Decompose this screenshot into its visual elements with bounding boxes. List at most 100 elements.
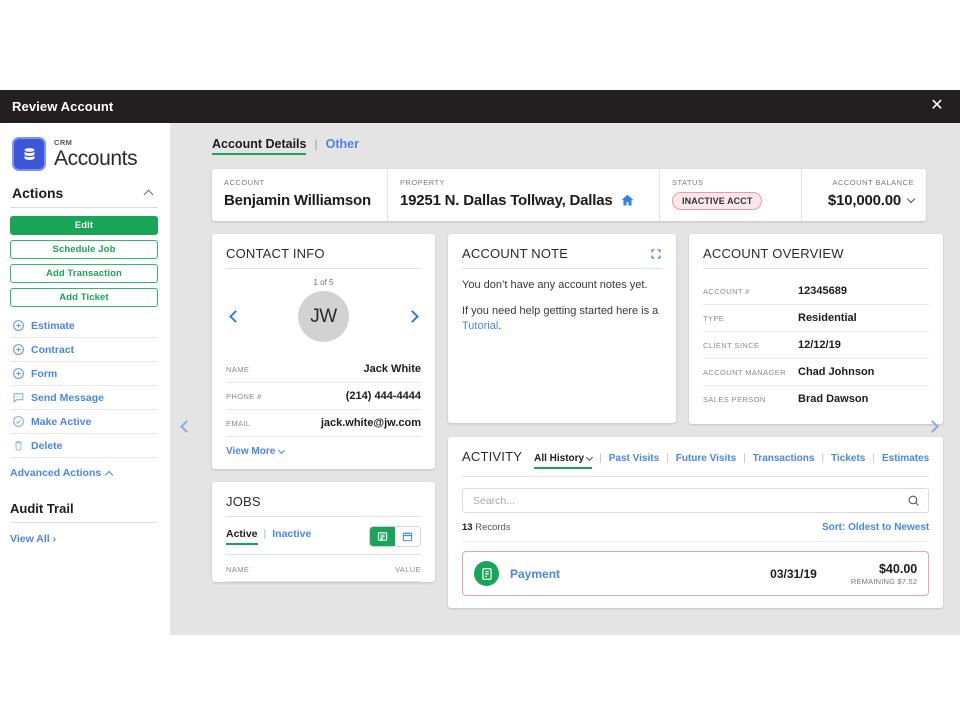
contact-row-name: NAME Jack White	[226, 356, 421, 383]
action-label: Delete	[31, 439, 63, 452]
list-view-icon[interactable]	[370, 527, 395, 546]
right-column: ACCOUNT NOTE You don’t have any account …	[448, 234, 944, 608]
jobs-col-name: NAME	[226, 565, 250, 574]
trash-icon	[15, 441, 22, 451]
plus-circle-icon	[13, 320, 24, 331]
account-value: Benjamin Williamson	[224, 192, 371, 209]
avatar: JW	[298, 291, 349, 342]
action-item-contract[interactable]: Contract	[10, 338, 158, 362]
filter-separator: |	[599, 453, 602, 464]
chevron-left-icon	[180, 420, 193, 433]
contact-info-card: CONTACT INFO 1 of 5 JW NAME Jack White P…	[212, 234, 435, 469]
records-count-label: Records	[472, 522, 511, 533]
activity-row-date: 03/31/19	[770, 566, 817, 581]
view-more-link[interactable]: View More	[226, 446, 421, 457]
search-input[interactable]	[462, 488, 930, 513]
contact-key: EMAIL	[226, 418, 251, 428]
prev-record-arrow[interactable]	[180, 418, 204, 440]
balance-value-wrap[interactable]: $10,000.00	[814, 192, 916, 209]
left-column: CONTACT INFO 1 of 5 JW NAME Jack White P…	[212, 234, 435, 582]
jobs-tab-active[interactable]: Active	[226, 528, 258, 545]
actions-section-header[interactable]: Actions	[10, 185, 158, 208]
action-item-form[interactable]: Form	[10, 362, 158, 386]
activity-filter-all-history[interactable]: All History	[534, 453, 594, 469]
property-label: PROPERTY	[400, 178, 446, 187]
app-logo: CRM Accounts	[12, 137, 158, 171]
contact-next-button[interactable]	[403, 308, 421, 326]
contact-value: jack.white@jw.com	[320, 417, 421, 429]
contact-key: PHONE #	[226, 391, 262, 401]
modal-title: Review Account	[12, 99, 114, 114]
jobs-tabs: Active | Inactive	[226, 526, 421, 555]
activity-filter-tickets[interactable]: Tickets	[831, 453, 865, 467]
header-cell-property: PROPERTY 19251 N. Dallas Tollway, Dallas	[388, 169, 660, 221]
activity-filter-estimates[interactable]: Estimates	[882, 453, 929, 467]
filter-separator: |	[666, 453, 669, 464]
actions-label: Actions	[12, 185, 64, 201]
add-ticket-button[interactable]: Add Ticket	[10, 288, 158, 307]
contact-key: NAME	[226, 364, 250, 374]
chevron-left-icon	[228, 310, 242, 323]
account-note-paragraph-2: If you need help getting started here is…	[462, 304, 662, 334]
next-record-arrow[interactable]	[926, 418, 950, 440]
records-count-number: 13	[462, 522, 473, 533]
jobs-column-headers: NAME VALUE	[226, 557, 421, 582]
logo-title: Accounts	[54, 146, 138, 170]
contact-prev-button[interactable]	[226, 308, 244, 326]
overview-row: SALES PERSON Brad Dawson	[703, 386, 929, 412]
action-item-estimate[interactable]: Estimate	[10, 314, 158, 338]
sort-link[interactable]: Sort: Oldest to Newest	[822, 522, 929, 533]
action-item-make-active[interactable]: Make Active	[10, 410, 158, 434]
cards-grid: CONTACT INFO 1 of 5 JW NAME Jack White P…	[212, 234, 944, 608]
activity-filter-tabs: All History | Past Visits | Future Visit…	[534, 453, 929, 469]
sidebar: CRM Accounts Actions Edit Schedule Job A…	[0, 123, 170, 635]
add-transaction-button[interactable]: Add Transaction	[10, 264, 158, 283]
activity-filter-future-visits[interactable]: Future Visits	[676, 453, 736, 467]
action-item-send-message[interactable]: Send Message	[10, 386, 158, 410]
view-all-link[interactable]: View All ›	[10, 533, 158, 545]
activity-filter-transactions[interactable]: Transactions	[753, 453, 815, 467]
edit-button[interactable]: Edit	[10, 216, 158, 235]
activity-search	[462, 488, 930, 513]
header-cell-account: ACCOUNT Benjamin Williamson	[212, 169, 388, 221]
tutorial-link[interactable]: Tutorial	[462, 320, 498, 332]
chevron-up-icon	[143, 189, 154, 200]
action-item-delete[interactable]: Delete	[10, 434, 158, 458]
header-cell-balance: ACCOUNT BALANCE $10,000.00	[802, 169, 926, 221]
search-icon[interactable]	[907, 494, 920, 507]
chevron-right-icon	[926, 420, 939, 433]
action-label: Contract	[31, 343, 75, 356]
activity-filter-past-visits[interactable]: Past Visits	[609, 453, 659, 467]
overview-key: SALES PERSON	[703, 394, 766, 404]
action-list: Estimate Contract Form Send Message Make…	[10, 314, 158, 458]
logo-kicker: CRM	[54, 138, 73, 148]
tab-other[interactable]: Other	[326, 137, 359, 153]
calendar-view-icon[interactable]	[395, 527, 420, 546]
content-area: Account Details | Other ACCOUNT Benjamin…	[170, 123, 960, 635]
account-note-card: ACCOUNT NOTE You don’t have any account …	[448, 234, 676, 423]
chevron-down-icon	[586, 453, 594, 461]
action-label: Send Message	[31, 391, 104, 404]
payment-icon	[474, 561, 499, 586]
schedule-job-button[interactable]: Schedule Job	[10, 240, 158, 259]
property-value: 19251 N. Dallas Tollway, Dallas	[400, 192, 613, 209]
property-value-wrap: 19251 N. Dallas Tollway, Dallas	[400, 192, 647, 209]
modal-titlebar: Review Account ✕	[0, 90, 960, 123]
advanced-actions-label: Advanced Actions	[10, 467, 102, 479]
activity-row-amount: $40.00	[878, 561, 918, 576]
contact-row-email: EMAIL jack.white@jw.com	[226, 410, 421, 437]
advanced-actions-toggle[interactable]: Advanced Actions	[10, 467, 158, 479]
account-note-paragraph-1: You don’t have any account notes yet.	[462, 279, 648, 291]
status-badge: INACTIVE ACCT	[672, 192, 763, 210]
tab-account-details[interactable]: Account Details	[212, 137, 307, 155]
modal-body: CRM Accounts Actions Edit Schedule Job A…	[0, 123, 960, 635]
account-overview-card: ACCOUNT OVERVIEW ACCOUNT # 12345689 TYPE…	[689, 234, 944, 424]
chevron-down-icon	[278, 446, 286, 454]
activity-row-payment[interactable]: Payment 03/31/19 $40.00 REMAINING $7.52	[462, 551, 930, 596]
home-icon[interactable]	[620, 193, 635, 208]
filter-separator: |	[743, 453, 746, 464]
filter-separator: |	[872, 453, 875, 464]
expand-icon[interactable]	[650, 248, 662, 260]
jobs-tab-inactive[interactable]: Inactive	[272, 528, 311, 543]
close-icon[interactable]: ✕	[928, 97, 946, 116]
